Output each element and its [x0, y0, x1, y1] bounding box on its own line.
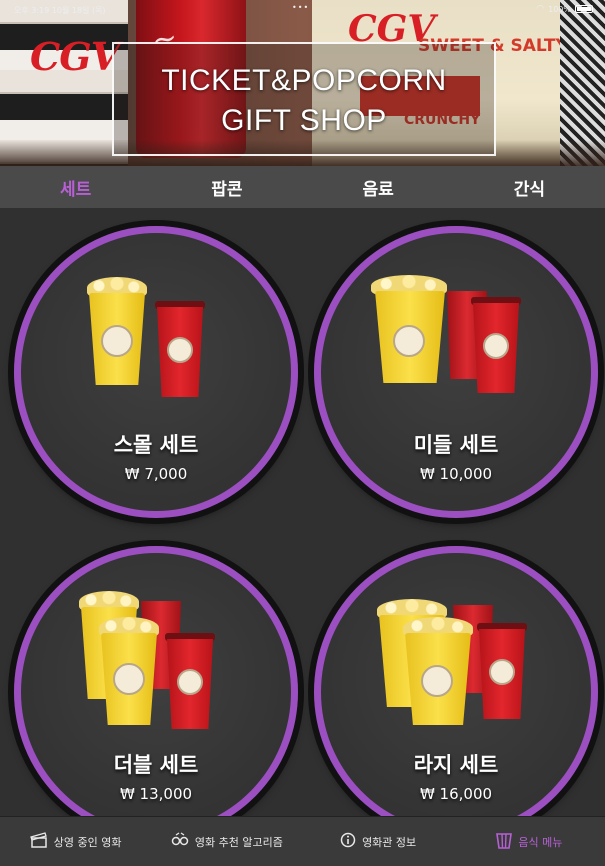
product-price: ₩ 10,000 — [419, 465, 493, 483]
product-name: 스몰 세트 — [113, 433, 199, 457]
popcorn-mascot-icon — [421, 665, 453, 697]
double-set-image — [21, 591, 291, 733]
battery-icon — [575, 5, 593, 13]
banner-title-line1: TICKET&POPCORN — [161, 64, 447, 97]
tab-popcorn[interactable]: 팝콘 — [151, 166, 302, 208]
status-date-text: 10월 18일 (목) — [51, 6, 106, 15]
product-price: ₩ 16,000 — [419, 785, 493, 803]
tab-drink[interactable]: 음료 — [303, 166, 454, 208]
product-name: 미들 세트 — [413, 433, 499, 457]
large-set-image — [321, 593, 591, 733]
product-card-double-set[interactable]: 더블 세트 ₩ 13,000 — [14, 546, 298, 838]
soda-mascot-icon — [177, 669, 203, 695]
popcorn-mascot-icon — [113, 663, 145, 695]
status-right: ◠ 100% — [536, 4, 593, 14]
nav-food-menu-label: 음식 메뉴 — [518, 835, 563, 849]
status-time: 오후 3:19 10월 18일 (목) — [14, 5, 106, 16]
multitask-dots-icon: ••• — [292, 3, 310, 12]
product-card-large-set[interactable]: 라지 세트 ₩ 16,000 — [314, 546, 598, 838]
recommend-icon — [171, 832, 189, 851]
nav-theater-info[interactable]: 영화관 정보 — [303, 832, 454, 851]
tab-snack[interactable]: 간식 — [454, 166, 605, 208]
category-tabs: 세트 팝콘 음료 간식 — [0, 166, 605, 208]
product-price: ₩ 13,000 — [119, 785, 193, 803]
product-name: 라지 세트 — [413, 753, 499, 777]
banner-title-line2: GIFT SHOP — [221, 104, 387, 137]
product-price: ₩ 7,000 — [124, 465, 188, 483]
banner-title-frame: TICKET&POPCORN GIFT SHOP — [112, 42, 496, 156]
food-icon — [496, 832, 513, 852]
nav-food-menu[interactable]: 음식 메뉴 — [454, 832, 605, 852]
product-card-middle-set[interactable]: 미들 세트 ₩ 10,000 — [314, 226, 598, 518]
nav-now-showing[interactable]: 상영 중인 영화 — [0, 832, 151, 851]
nav-theater-info-label: 영화관 정보 — [362, 835, 417, 849]
small-set-image — [21, 273, 291, 413]
banner-cgv-logo-left: CGV — [30, 34, 120, 79]
status-time-text: 오후 3:19 — [14, 6, 50, 15]
bottom-nav: 상영 중인 영화 영화 추천 알고리즘 영화관 정보 음식 메뉴 — [0, 816, 605, 866]
wifi-icon: ◠ — [536, 4, 545, 14]
tab-set[interactable]: 세트 — [0, 166, 151, 208]
product-name: 더블 세트 — [113, 753, 199, 777]
nav-recommendation[interactable]: 영화 추천 알고리즘 — [151, 832, 302, 851]
soda-mascot-icon — [489, 659, 515, 685]
popcorn-mascot-icon — [101, 325, 133, 357]
nav-now-showing-label: 상영 중인 영화 — [53, 835, 122, 849]
clapperboard-icon — [29, 832, 48, 851]
battery-percent: 100% — [548, 4, 571, 14]
hero-banner: CGV ~ CGV SWEET & SALTY CRUNCHY 오후 3:19 … — [0, 0, 605, 166]
middle-set-image — [321, 273, 591, 413]
product-card-small-set[interactable]: 스몰 세트 ₩ 7,000 — [14, 226, 298, 518]
nav-recommendation-label: 영화 추천 알고리즘 — [194, 835, 283, 849]
soda-mascot-icon — [483, 333, 509, 359]
status-bar: 오후 3:19 10월 18일 (목) ••• ◠ 100% — [0, 0, 605, 18]
soda-mascot-icon — [167, 337, 193, 363]
info-icon — [340, 832, 356, 851]
popcorn-mascot-icon — [393, 325, 425, 357]
